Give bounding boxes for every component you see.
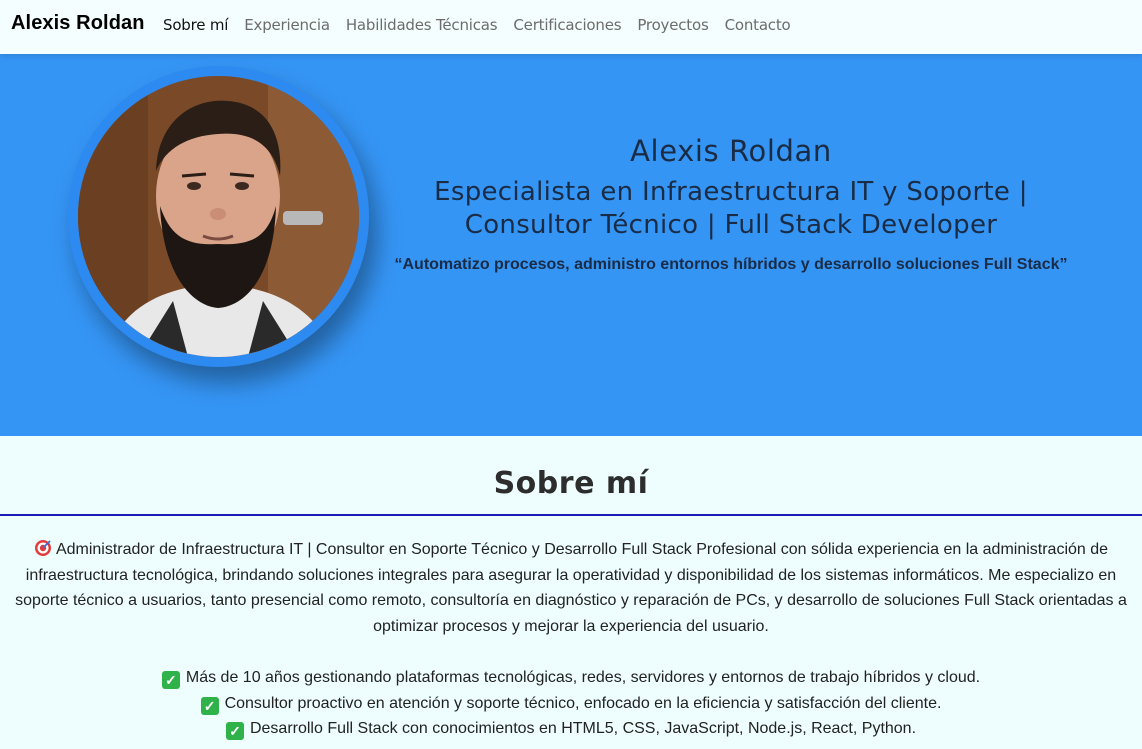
list-item: ✓ Consultor proactivo en atención y sopor…	[2, 691, 1140, 717]
nav-menu: Sobre mí Experiencia Habilidades Técnica…	[163, 15, 807, 34]
list-item: ✓ Más de 10 años gestionando plataformas …	[2, 665, 1140, 691]
hero-name: Alexis Roldan	[630, 134, 832, 168]
highlight-text: Desarrollo Full Stack con conocimientos …	[249, 720, 917, 738]
hero-section: Alexis Roldan Especialista en Infraestru…	[0, 54, 1142, 436]
hero-text: Alexis Roldan Especialista en Infraestru…	[380, 134, 1082, 274]
hero-role-line-2: Consultor Técnico | Full Stack Developer	[464, 210, 998, 240]
nav-item-certificaciones[interactable]: Certificaciones	[513, 16, 621, 34]
highlight-text: Consultor proactivo en atención y soport…	[224, 694, 942, 712]
section-divider	[0, 514, 1142, 516]
hero-role: Especialista en Infraestructura IT y Sop…	[380, 176, 1082, 242]
check-mark-icon: ✓	[225, 722, 244, 741]
about-intro: Administrador de Infraestructura IT | Co…	[2, 537, 1140, 640]
profile-photo	[78, 76, 359, 357]
navbar: Alexis Roldan Sobre mí Experiencia Habil…	[0, 0, 1142, 54]
target-icon	[34, 539, 52, 557]
about-intro-text: Administrador de Infraestructura IT | Co…	[15, 541, 1127, 636]
hero-quote: “Automatizo procesos, administro entorno…	[394, 256, 1068, 273]
list-item: ✓ Desarrollo Full Stack con conocimientos…	[2, 716, 1140, 742]
highlights-list: ✓ Más de 10 años gestionando plataformas …	[2, 665, 1140, 742]
check-mark-icon: ✓	[200, 696, 219, 715]
nav-item-habilidades[interactable]: Habilidades Técnicas	[346, 16, 498, 34]
section-title-sobre-mi: Sobre mí	[493, 466, 649, 501]
profile-photo-frame	[68, 66, 369, 367]
hero-role-line-1: Especialista en Infraestructura IT y Sop…	[434, 177, 1028, 207]
highlight-text: Más de 10 años gestionando plataformas t…	[185, 668, 981, 686]
nav-item-experiencia[interactable]: Experiencia	[244, 16, 330, 34]
nav-item-proyectos[interactable]: Proyectos	[637, 16, 708, 34]
check-mark-icon: ✓	[161, 670, 180, 689]
nav-item-sobre-mi[interactable]: Sobre mí	[163, 16, 228, 34]
nav-item-contacto[interactable]: Contacto	[725, 16, 791, 34]
brand-link[interactable]: Alexis Roldan	[11, 12, 145, 35]
about-content: Administrador de Infraestructura IT | Co…	[0, 537, 1142, 742]
